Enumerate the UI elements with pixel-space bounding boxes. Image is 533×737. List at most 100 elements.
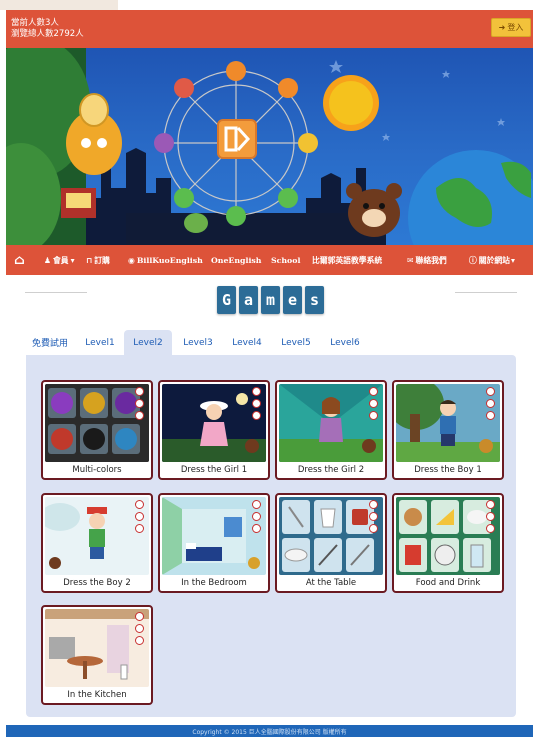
games-letter: m [261, 286, 280, 314]
tab-level6[interactable]: Level6 [323, 330, 367, 355]
caret-down-icon: ▾ [510, 255, 515, 265]
game-card-dress-the-girl-2[interactable]: Dress the Girl 2 [275, 380, 387, 480]
divider-right [455, 292, 517, 293]
sound-icon [135, 524, 144, 533]
play-icon [252, 500, 261, 509]
replay-icon [252, 512, 261, 521]
game-thumbnail [45, 384, 149, 462]
games-heading: G a m e s [217, 284, 325, 316]
media-controls [486, 500, 496, 533]
game-card-dress-the-boy-2[interactable]: Dress the Boy 2 [41, 493, 153, 593]
nav-school-label: School [271, 255, 301, 265]
nav-oneenglish-label: OneEnglish [211, 255, 262, 265]
login-icon: ➜ [498, 23, 506, 32]
play-icon [135, 387, 144, 396]
games-letter: s [305, 286, 324, 314]
tab-free-trial[interactable]: 免費試用 [26, 330, 74, 355]
game-thumbnail [162, 497, 266, 575]
nav-oneenglish[interactable]: OneEnglish [211, 245, 261, 275]
media-controls [369, 387, 379, 420]
nav-order[interactable]: ⊓ 訂購 [86, 245, 110, 275]
game-thumbnail [279, 384, 383, 462]
game-card-at-the-table[interactable]: At the Table [275, 493, 387, 593]
tab-label: Level1 [85, 337, 115, 348]
nav-order-label: 訂購 [94, 255, 110, 265]
media-controls [135, 387, 145, 420]
tab-level5[interactable]: Level5 [274, 330, 318, 355]
sound-icon [252, 524, 261, 533]
sound-icon [369, 524, 378, 533]
replay-icon [252, 399, 261, 408]
status-bar: 當前人數3人 瀏覽總人數2792人 ➜ 登入 [6, 10, 533, 48]
play-icon [252, 387, 261, 396]
info-icon: ⓘ [469, 255, 477, 265]
copyright-text: Copyright © 2015 巨人全腦國際股份有限公司 版權所有 [192, 728, 347, 736]
game-thumbnail [396, 384, 500, 462]
balls-thumbnail [45, 384, 149, 462]
hero-banner [6, 48, 533, 245]
globe-icon: ◉ [128, 255, 135, 265]
caret-down-icon: ▾ [70, 255, 75, 265]
media-controls [369, 500, 379, 533]
game-title: Dress the Girl 2 [297, 465, 365, 475]
nav-about[interactable]: ⓘ 關於網站 ▾ [469, 245, 515, 275]
tab-label: 免費試用 [31, 339, 68, 349]
media-controls [252, 500, 262, 533]
tab-level3[interactable]: Level3 [176, 330, 220, 355]
game-thumbnail [162, 384, 266, 462]
games-letter: e [283, 286, 302, 314]
sound-icon [486, 411, 495, 420]
login-button[interactable]: ➜ 登入 [491, 18, 531, 37]
game-title: Dress the Girl 1 [180, 465, 248, 475]
games-panel: Multi-colors Dress the Girl 1 Dress the … [26, 355, 516, 717]
nav-contact-label: 聯絡我們 [415, 255, 447, 265]
online-count: 當前人數3人 [11, 18, 59, 28]
tab-label: Level4 [232, 337, 262, 348]
sound-icon [135, 636, 144, 645]
tab-level2[interactable]: Level2 [124, 330, 172, 355]
tab-label: Level3 [183, 337, 213, 348]
game-thumbnail [45, 497, 149, 575]
replay-icon [135, 399, 144, 408]
game-card-dress-the-girl-1[interactable]: Dress the Girl 1 [158, 380, 270, 480]
boy-forest-thumbnail [396, 384, 500, 462]
nav-member-label: 會員 [53, 255, 69, 265]
media-controls [486, 387, 496, 420]
food-items-thumbnail [396, 497, 500, 575]
play-icon [369, 500, 378, 509]
nav-contact[interactable]: ✉ 聯絡我們 [407, 245, 447, 275]
media-controls [135, 500, 145, 533]
play-icon [135, 500, 144, 509]
game-card-in-the-kitchen[interactable]: In the Kitchen [41, 605, 153, 705]
top-strip [0, 0, 533, 10]
tab-level1[interactable]: Level1 [78, 330, 122, 355]
game-title: In the Bedroom [181, 578, 247, 588]
tab-label: Level5 [281, 337, 311, 348]
nav-teaching-system-label: 比爾郭英語教學系統 [312, 255, 383, 265]
game-card-multi-colors[interactable]: Multi-colors [41, 380, 153, 480]
play-icon [369, 387, 378, 396]
game-card-dress-the-boy-1[interactable]: Dress the Boy 1 [392, 380, 504, 480]
nav-member[interactable]: ♟ 會員 ▾ [44, 245, 75, 275]
game-title: Dress the Boy 1 [414, 465, 482, 475]
level-tabs: 免費試用 Level1 Level2 Level3 Level4 Level5 … [26, 330, 516, 355]
nav-billkuoenglish[interactable]: ◉ BillKuoEnglish [128, 245, 203, 275]
game-thumbnail [45, 609, 149, 687]
banner-illustration [6, 48, 533, 245]
cart-icon: ⊓ [86, 255, 93, 265]
play-icon [135, 612, 144, 621]
nav-teaching-system[interactable]: 比爾郭英語教學系統 [312, 245, 382, 275]
replay-icon [135, 512, 144, 521]
sound-icon [135, 411, 144, 420]
game-card-food-and-drink[interactable]: Food and Drink [392, 493, 504, 593]
replay-icon [369, 512, 378, 521]
tab-label: Level6 [330, 337, 360, 348]
game-card-in-the-bedroom[interactable]: In the Bedroom [158, 493, 270, 593]
tab-level4[interactable]: Level4 [225, 330, 269, 355]
home-button[interactable]: ⌂ [14, 245, 25, 275]
nav-school[interactable]: School [271, 245, 300, 275]
table-items-thumbnail [279, 497, 383, 575]
game-title: Multi-colors [72, 465, 122, 475]
game-title: Dress the Boy 2 [63, 578, 131, 588]
game-thumbnail [279, 497, 383, 575]
